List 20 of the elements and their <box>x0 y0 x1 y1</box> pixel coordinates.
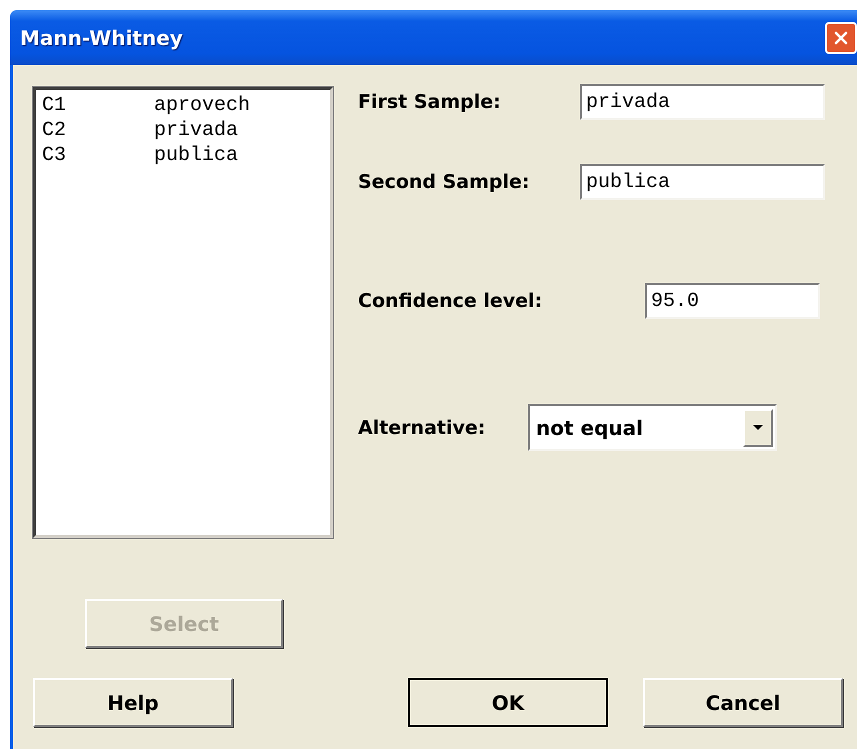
field-label: Confidence level: <box>358 290 544 312</box>
column-name[interactable]: privada <box>154 118 238 143</box>
field-label: Alternative: <box>358 416 486 438</box>
column-name[interactable]: aprovech <box>154 93 250 118</box>
dialog-button[interactable]: Help <box>33 678 233 727</box>
dialog-button[interactable]: OK <box>408 678 608 727</box>
column-id[interactable]: C1 <box>42 93 154 118</box>
sample-field[interactable]: publica <box>580 164 825 200</box>
column-id[interactable]: C3 <box>42 143 154 168</box>
close-icon <box>833 30 849 46</box>
sample-field[interactable]: privada <box>580 84 825 120</box>
close-button[interactable] <box>825 22 857 54</box>
alternative-dropdown[interactable]: not equal <box>528 404 777 451</box>
column-name[interactable]: publica <box>154 143 238 168</box>
field-label: First Sample: <box>358 91 502 113</box>
confidence-field[interactable]: 95.0 <box>645 283 820 319</box>
dialog-button[interactable]: Cancel <box>643 678 843 727</box>
field-label: Second Sample: <box>358 171 531 193</box>
window-title: Mann-Whitney <box>20 26 184 50</box>
column-id[interactable]: C2 <box>42 118 154 143</box>
